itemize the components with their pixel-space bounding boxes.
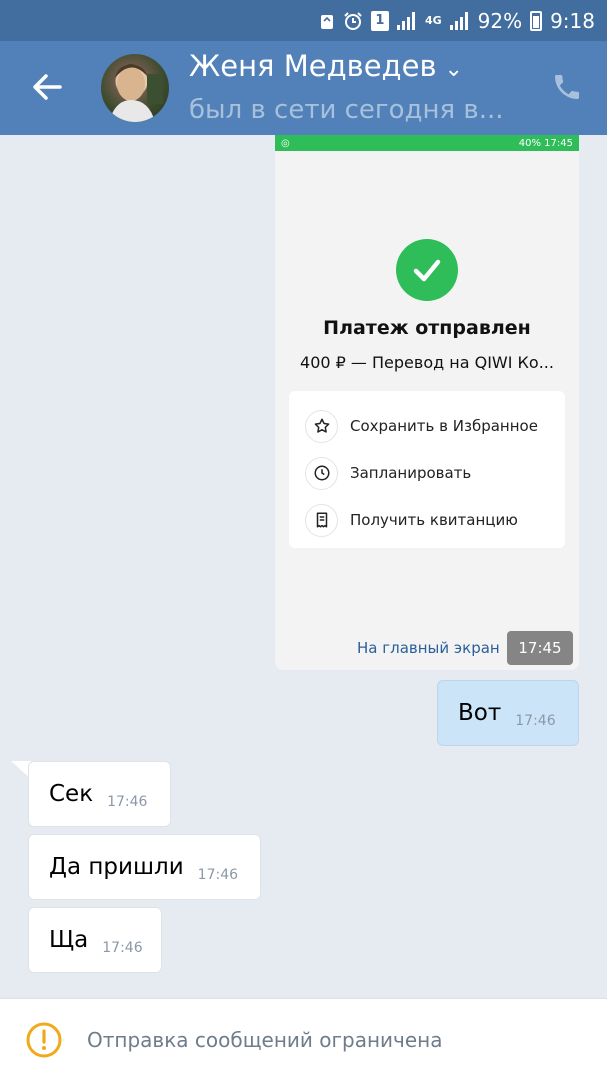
message-text: Да пришли	[49, 854, 184, 880]
whatsapp-icon: ◎	[281, 137, 290, 149]
message-bubble-outgoing[interactable]: Вот 17:46	[437, 680, 579, 746]
battery-percent: 92%	[477, 8, 523, 33]
clock: 9:18	[550, 8, 595, 33]
contact-name[interactable]: Женя Медведев ⌄	[189, 49, 463, 83]
receipt-icon	[305, 503, 338, 537]
message-time: 17:46	[107, 794, 148, 810]
inner-status-bar: ◎ 40% 17:45	[275, 135, 579, 151]
sim-icon: 1	[370, 10, 389, 31]
chevron-down-icon[interactable]: ⌄	[445, 57, 463, 82]
warning-icon	[25, 1021, 63, 1059]
inner-time: 17:45	[544, 137, 573, 149]
success-check-icon	[396, 239, 458, 301]
star-icon	[305, 409, 338, 443]
action-label: Получить квитанцию	[350, 511, 518, 529]
action-save-favorite: Сохранить в Избранное	[305, 409, 538, 443]
message-bubble-incoming[interactable]: Да пришли 17:46	[28, 834, 261, 900]
action-schedule: Запланировать	[305, 456, 471, 490]
signal-icon	[396, 11, 417, 30]
contact-status: был в сети сегодня в...	[189, 95, 504, 125]
message-text: Сек	[49, 781, 94, 807]
contact-name-text: Женя Медведев	[189, 49, 437, 83]
message-bubble-incoming[interactable]: Сек 17:46	[28, 761, 171, 827]
actions-card: Сохранить в Избранное Запланировать Полу…	[289, 391, 565, 548]
image-message[interactable]: ◎ 40% 17:45 Платеж отправлен 400 ₽ — Пер…	[275, 135, 579, 670]
message-bubble-incoming[interactable]: Ща 17:46	[28, 907, 162, 973]
restriction-notice: Отправка сообщений ограничена	[87, 1028, 443, 1052]
action-label: Запланировать	[350, 464, 472, 482]
message-time: 17:46	[515, 713, 556, 729]
home-screen-link: На главный экран	[357, 639, 500, 657]
message-text: Ща	[49, 927, 89, 953]
payment-title: Платеж отправлен	[323, 317, 531, 339]
action-receipt: Получить квитанцию	[305, 503, 518, 537]
recycle-icon	[319, 10, 335, 32]
avatar[interactable]	[101, 54, 169, 122]
message-time: 17:46	[197, 867, 239, 883]
back-arrow-icon[interactable]	[30, 71, 66, 103]
message-time: 17:46	[102, 940, 143, 956]
chat-header: Женя Медведев ⌄ был в сети сегодня в...	[0, 41, 607, 135]
phone-icon[interactable]	[551, 71, 583, 103]
clock-icon	[305, 456, 338, 490]
battery-icon	[530, 10, 543, 31]
messaging-restricted-banner: Отправка сообщений ограничена	[0, 998, 607, 1080]
status-bar: 1 4G 92% 9:18	[0, 0, 607, 41]
message-text: Вот	[458, 700, 502, 726]
signal-icon-2	[449, 11, 470, 30]
payment-subtitle: 400 ₽ — Перевод на QIWI Ко...	[300, 353, 554, 372]
action-label: Сохранить в Избранное	[350, 417, 538, 435]
message-time: 17:45	[507, 631, 573, 665]
inner-battery: 40%	[518, 137, 541, 149]
alarm-icon	[343, 10, 363, 32]
network-type-label: 4G	[424, 13, 442, 27]
